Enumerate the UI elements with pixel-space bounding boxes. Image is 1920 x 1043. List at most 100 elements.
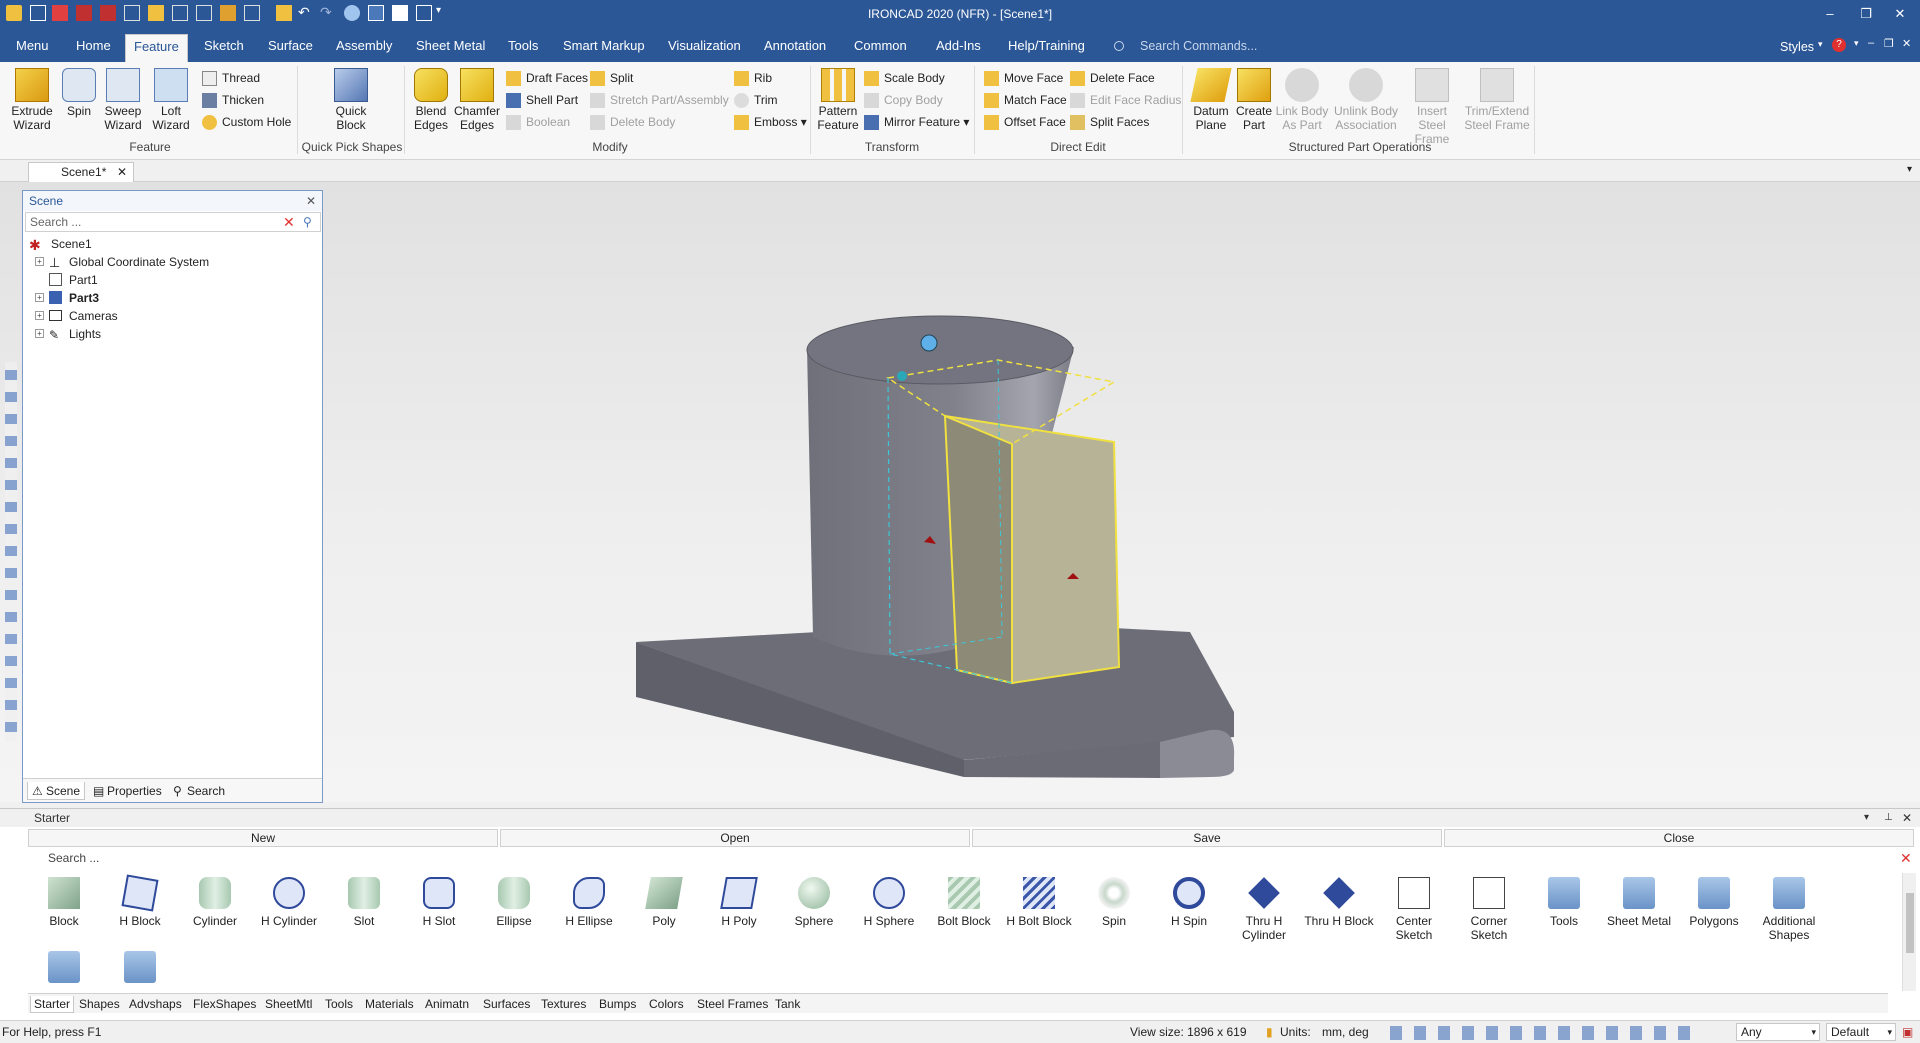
scrollbar-thumb[interactable] [1906, 893, 1914, 953]
shape-folder[interactable] [104, 951, 176, 991]
move-face-button[interactable]: Move Face [984, 68, 1063, 88]
split-faces-button[interactable]: Split Faces [1070, 112, 1149, 132]
link-body-button[interactable]: Link Body As Part [1274, 68, 1330, 132]
cat-tab-shapes[interactable]: Shapes [76, 996, 123, 1012]
shape-h-sphere[interactable]: H Sphere [853, 877, 925, 928]
rib-button[interactable]: Rib [734, 68, 772, 88]
tab-smart-markup[interactable]: Smart Markup [555, 34, 653, 62]
minimize-button[interactable]: – [1810, 3, 1850, 25]
cat-tab-surfaces[interactable]: Surfaces [480, 996, 533, 1012]
tree-item-part1[interactable]: Part1 [29, 271, 319, 289]
spin-button[interactable]: Spin [58, 68, 100, 118]
status-tool-icons[interactable] [1390, 1026, 1690, 1040]
tab-menu[interactable]: Menu [8, 34, 57, 62]
clear-search-icon[interactable]: ✕ [283, 215, 298, 230]
tree-item-scene1[interactable]: ✱ Scene1 [29, 235, 319, 253]
cat-tab-advshaps[interactable]: Advshaps [126, 996, 185, 1012]
shape-thru-h-cylinder[interactable]: Thru H Cylinder [1228, 877, 1300, 942]
shape-h-bolt-block[interactable]: H Bolt Block [1003, 877, 1075, 928]
cat-tab-bumps[interactable]: Bumps [596, 996, 639, 1012]
tree-item-lights[interactable]: + ✎ Lights [29, 325, 319, 343]
shape-sphere[interactable]: Sphere [778, 877, 850, 928]
loft-wizard-button[interactable]: Loft Wizard [148, 68, 194, 132]
shape-bolt-block[interactable]: Bolt Block [928, 877, 1000, 928]
shape-folder[interactable] [28, 951, 100, 991]
expand-icon[interactable]: + [35, 311, 44, 320]
units-value[interactable]: mm, deg [1322, 1021, 1369, 1043]
catalog-search-input[interactable]: Search ... [28, 849, 1908, 867]
tab-sketch[interactable]: Sketch [196, 34, 252, 62]
shape-tools-folder[interactable]: Tools [1528, 877, 1600, 928]
chamfer-edges-button[interactable]: Chamfer Edges [453, 68, 501, 132]
style-select[interactable]: Default ▾ [1826, 1023, 1896, 1041]
cat-tab-animatn[interactable]: Animatn [422, 996, 472, 1012]
cat-tab-tools[interactable]: Tools [322, 996, 356, 1012]
doc-close-button[interactable]: ✕ [1902, 37, 1911, 50]
tab-home[interactable]: Home [68, 34, 119, 62]
trim-steel-frame-button[interactable]: Trim/Extend Steel Frame [1464, 68, 1530, 132]
styles-dropdown-icon[interactable]: ▾ [1818, 39, 1823, 50]
cat-tab-textures[interactable]: Textures [538, 996, 589, 1012]
cat-tab-steel-frames[interactable]: Steel Frames [694, 996, 771, 1012]
triball-icon[interactable] [920, 334, 938, 352]
offset-face-button[interactable]: Offset Face [984, 112, 1066, 132]
scale-body-button[interactable]: Scale Body [864, 68, 945, 88]
filter-icon[interactable]: ⚲ [303, 215, 318, 230]
tab-common[interactable]: Common [846, 34, 915, 62]
datum-plane-button[interactable]: Datum Plane [1188, 68, 1234, 132]
expand-icon[interactable]: + [35, 293, 44, 302]
cat-tab-materials[interactable]: Materials [362, 996, 417, 1012]
doc-tab-close-icon[interactable]: ✕ [117, 163, 127, 181]
shape-block[interactable]: Block [28, 877, 100, 928]
tab-search[interactable]: ⚲ Search [169, 782, 225, 800]
shape-h-block[interactable]: H Block [104, 874, 176, 928]
styles-menu[interactable]: Styles [1780, 40, 1814, 54]
tab-list-dropdown-icon[interactable]: ▾ [1907, 164, 1912, 175]
boolean-button[interactable]: Boolean [506, 112, 570, 132]
shape-spin[interactable]: Spin [1078, 877, 1150, 928]
shape-cylinder[interactable]: Cylinder [179, 877, 251, 928]
custom-hole-button[interactable]: Custom Hole [202, 112, 291, 132]
extrude-wizard-button[interactable]: Extrude Wizard [6, 68, 58, 132]
close-button[interactable]: ✕ [1880, 3, 1920, 25]
quick-block-button[interactable]: Quick Block [326, 68, 376, 132]
sweep-wizard-button[interactable]: Sweep Wizard [100, 68, 146, 132]
pattern-feature-button[interactable]: Pattern Feature [816, 68, 860, 132]
match-face-button[interactable]: Match Face [984, 90, 1067, 110]
thread-button[interactable]: Thread [202, 68, 260, 88]
tab-help-training[interactable]: Help/Training [1000, 34, 1093, 62]
expand-icon[interactable]: + [35, 257, 44, 266]
mirror-feature-button[interactable]: Mirror Feature ▾ [864, 112, 969, 132]
cylinder-top-face[interactable] [806, 315, 1074, 385]
doc-minimize-button[interactable]: – [1868, 37, 1874, 49]
selection-filter-select[interactable]: Any ▾ [1736, 1023, 1820, 1041]
catalog-open-button[interactable]: Open [500, 829, 970, 847]
emboss-button[interactable]: Emboss ▾ [734, 112, 807, 132]
shell-part-button[interactable]: Shell Part [506, 90, 578, 110]
trim-button[interactable]: Trim [734, 90, 778, 110]
filter-dropdown-icon[interactable]: ▾ [1811, 1024, 1816, 1040]
cat-tab-flexshapes[interactable]: FlexShapes [190, 996, 259, 1012]
split-button[interactable]: Split [590, 68, 633, 88]
anchor-icon[interactable] [897, 371, 907, 381]
thicken-button[interactable]: Thicken [202, 90, 264, 110]
alert-icon[interactable]: ▣ [1902, 1021, 1913, 1043]
expand-icon[interactable]: + [35, 329, 44, 338]
view-tool-icons[interactable] [5, 362, 17, 742]
cat-tab-colors[interactable]: Colors [646, 996, 687, 1012]
shape-ellipse[interactable]: Ellipse [478, 877, 550, 928]
tab-add-ins[interactable]: Add-Ins [928, 34, 989, 62]
scene-search-input[interactable]: Search ... [25, 212, 321, 232]
tab-visualization[interactable]: Visualization [660, 34, 749, 62]
delete-body-button[interactable]: Delete Body [590, 112, 675, 132]
shape-h-spin[interactable]: H Spin [1153, 877, 1225, 928]
shape-h-ellipse[interactable]: H Ellipse [553, 877, 625, 928]
help-icon[interactable]: ? [1832, 38, 1846, 52]
tree-item-part3[interactable]: + Part3 [29, 289, 319, 307]
tab-annotation[interactable]: Annotation [756, 34, 834, 62]
doc-restore-button[interactable]: ❐ [1884, 37, 1894, 50]
clear-catalog-search-icon[interactable]: ✕ [1900, 851, 1912, 865]
shape-slot[interactable]: Slot [328, 877, 400, 928]
blend-edges-button[interactable]: Blend Edges [410, 68, 452, 132]
create-part-button[interactable]: Create Part [1234, 68, 1274, 132]
